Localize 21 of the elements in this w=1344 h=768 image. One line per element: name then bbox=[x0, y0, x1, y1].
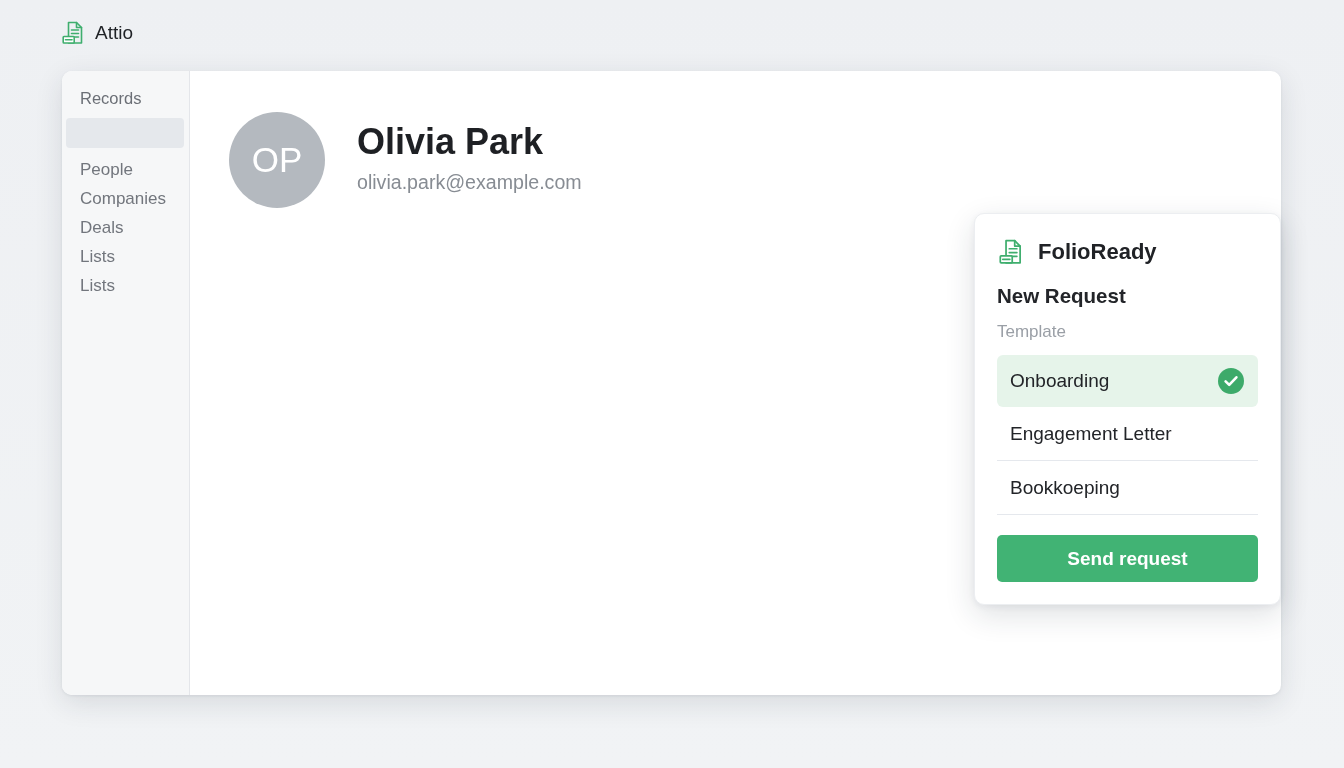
check-icon bbox=[1218, 367, 1244, 394]
sidebar-item[interactable]: Lists bbox=[66, 271, 121, 300]
send-request-button[interactable]: Send request bbox=[997, 535, 1258, 582]
field-label: Template bbox=[997, 322, 1066, 342]
template-option[interactable]: Onboarding bbox=[997, 355, 1258, 407]
option-label: Onboarding bbox=[1010, 368, 1110, 393]
sidebar-item[interactable]: Deals bbox=[66, 213, 130, 242]
sidebar-item[interactable]: People bbox=[66, 155, 139, 184]
template-option[interactable]: Engagement Letter bbox=[997, 407, 1258, 461]
panel-subtitle: New Request bbox=[997, 283, 1126, 309]
panel-title: FolioReady bbox=[1038, 238, 1157, 266]
avatar: OP bbox=[229, 112, 325, 208]
template-option[interactable]: Bookkoeping bbox=[997, 461, 1258, 515]
sidebar-heading: Records bbox=[79, 88, 142, 108]
sidebar-item[interactable]: Companies bbox=[66, 184, 172, 213]
option-label: Bookkoeping bbox=[1010, 475, 1120, 500]
option-label: Engagement Letter bbox=[1010, 421, 1172, 446]
record-email: olivia.park@example.com bbox=[357, 170, 582, 194]
record-name: Olivia Park bbox=[357, 121, 544, 163]
app-name: Attio bbox=[95, 21, 134, 45]
sidebar-item[interactable]: Lists bbox=[66, 242, 121, 271]
